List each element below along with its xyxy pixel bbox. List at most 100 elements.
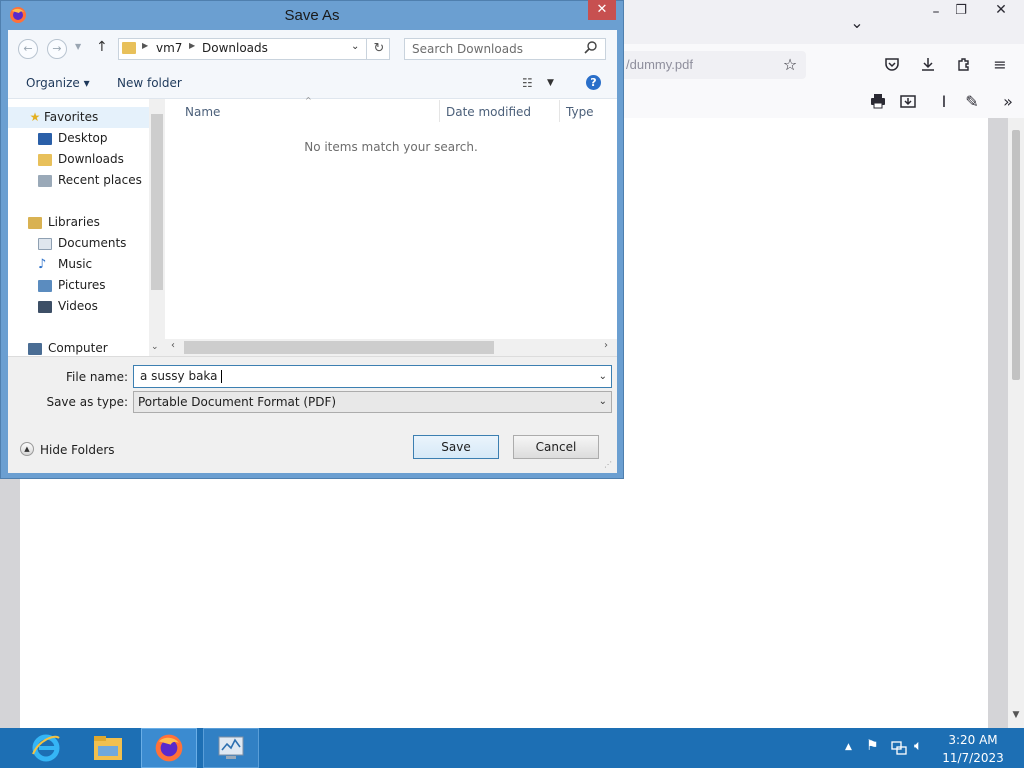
- nav-item-pictures[interactable]: Pictures: [38, 275, 106, 296]
- organize-button[interactable]: Organize ▾: [26, 76, 90, 90]
- nav-label: Pictures: [58, 278, 106, 292]
- empty-message: No items match your search.: [304, 140, 478, 154]
- nav-label: Downloads: [58, 152, 124, 166]
- view-options-icon[interactable]: ☷: [522, 76, 533, 90]
- print-icon[interactable]: [864, 87, 892, 115]
- nav-item-computer[interactable]: Computer: [28, 338, 108, 356]
- pictures-icon: [38, 279, 52, 292]
- collapse-arrow-icon[interactable]: ▲: [20, 442, 34, 456]
- scroll-left-icon[interactable]: ‹: [171, 340, 175, 351]
- internet-explorer-icon[interactable]: [18, 728, 74, 768]
- breadcrumb-downloads[interactable]: Downloads: [202, 41, 268, 55]
- nav-label: Computer: [48, 341, 108, 355]
- sort-ascending-icon: ^: [305, 96, 312, 105]
- horizontal-scrollbar-thumb[interactable]: [184, 341, 494, 354]
- nav-scrollbar-thumb[interactable]: [151, 114, 163, 290]
- help-icon[interactable]: ?: [586, 75, 601, 90]
- resize-grip-icon[interactable]: ⋰: [604, 460, 612, 469]
- save-button[interactable]: Save: [413, 435, 499, 459]
- music-icon: ♪: [38, 257, 47, 272]
- nav-label: Desktop: [58, 131, 108, 145]
- nav-label: Favorites: [44, 110, 99, 124]
- text-cursor-icon[interactable]: I: [930, 87, 958, 115]
- column-divider: [439, 100, 440, 122]
- nav-label: Videos: [58, 299, 98, 313]
- refresh-icon[interactable]: ↻: [366, 38, 391, 60]
- search-icon[interactable]: [584, 40, 598, 57]
- breadcrumb-separator-icon: ▶: [189, 41, 196, 50]
- draw-icon[interactable]: ✎: [958, 87, 986, 115]
- extensions-icon[interactable]: [950, 50, 978, 78]
- action-center-flag-icon[interactable]: ⚑: [866, 738, 879, 754]
- column-header-date-modified[interactable]: Date modified: [446, 105, 531, 119]
- folder-download-icon: [122, 42, 136, 54]
- nav-label: Recent places: [58, 173, 142, 187]
- nav-item-favorites[interactable]: ★ Favorites: [8, 107, 149, 128]
- dialog-close-button[interactable]: ✕: [588, 0, 616, 20]
- file-explorer-icon[interactable]: [80, 728, 136, 768]
- back-icon[interactable]: ←: [18, 39, 38, 59]
- nav-item-recent-places[interactable]: Recent places: [38, 170, 142, 191]
- nav-item-videos[interactable]: Videos: [38, 296, 98, 317]
- file-name-input[interactable]: a sussy baka ⌄: [133, 365, 612, 388]
- hide-folders-button[interactable]: Hide Folders: [40, 443, 115, 457]
- column-header-type[interactable]: Type: [566, 105, 594, 119]
- navigation-pane: ★ Favorites Desktop Downloads Recent plac…: [8, 99, 165, 356]
- column-header-name[interactable]: Name: [185, 105, 220, 119]
- breadcrumb-separator-icon: ▶: [142, 41, 149, 50]
- url-text: /dummy.pdf: [626, 57, 693, 72]
- pdf-scrollbar-thumb[interactable]: [1012, 130, 1020, 380]
- downloads-folder-icon: [38, 153, 52, 166]
- new-folder-button[interactable]: New folder: [117, 76, 182, 90]
- bookmark-star-icon[interactable]: ☆: [776, 50, 804, 78]
- documents-icon: [38, 237, 52, 250]
- computer-icon: [28, 342, 42, 355]
- pocket-icon[interactable]: [878, 50, 906, 78]
- file-list: [165, 99, 617, 339]
- file-name-dropdown-icon[interactable]: ⌄: [599, 366, 607, 387]
- search-placeholder: Search Downloads: [412, 42, 523, 56]
- address-dropdown-icon[interactable]: ⌄: [351, 41, 359, 52]
- save-icon[interactable]: [894, 87, 922, 115]
- nav-item-documents[interactable]: Documents: [38, 233, 126, 254]
- restore-icon[interactable]: ❐: [947, 0, 975, 24]
- nav-label: Libraries: [48, 215, 100, 229]
- nav-item-music[interactable]: ♪ Music: [38, 254, 92, 275]
- download-icon[interactable]: [914, 50, 942, 78]
- firefox-taskbar-icon[interactable]: [141, 728, 197, 768]
- up-folder-icon[interactable]: ↑: [96, 39, 108, 55]
- star-icon: ★: [29, 110, 41, 124]
- nav-item-libraries[interactable]: Libraries: [28, 212, 100, 233]
- recent-places-icon: [38, 174, 52, 187]
- clock-date[interactable]: 11/7/2023: [940, 751, 1006, 765]
- forward-icon[interactable]: →: [47, 39, 67, 59]
- scroll-down-icon[interactable]: ▼: [1008, 710, 1024, 720]
- network-icon[interactable]: [891, 740, 907, 759]
- task-manager-icon[interactable]: [203, 728, 259, 768]
- libraries-icon: [28, 216, 42, 229]
- show-hidden-icons-icon[interactable]: ▲: [845, 742, 852, 752]
- scroll-right-icon[interactable]: ›: [604, 340, 608, 351]
- more-tools-icon[interactable]: »: [994, 87, 1022, 115]
- desktop-icon: [38, 132, 52, 145]
- nav-label: Music: [58, 257, 93, 271]
- view-dropdown-icon[interactable]: ▼: [547, 78, 554, 88]
- nav-item-downloads[interactable]: Downloads: [38, 149, 124, 170]
- menu-icon[interactable]: ≡: [986, 50, 1014, 78]
- save-as-type-label: Save as type:: [46, 395, 128, 409]
- videos-icon: [38, 300, 52, 313]
- close-icon[interactable]: ✕: [987, 0, 1015, 24]
- volume-icon[interactable]: 🔈︎: [914, 738, 922, 754]
- nav-item-desktop[interactable]: Desktop: [38, 128, 108, 149]
- save-as-type-dropdown-icon[interactable]: ⌄: [599, 392, 607, 412]
- nav-scroll-down-icon[interactable]: ⌄: [151, 342, 159, 352]
- breadcrumb-vm7[interactable]: vm7: [156, 41, 182, 55]
- clock-time[interactable]: 3:20 AM: [940, 733, 1006, 747]
- recent-locations-icon[interactable]: ▼: [75, 42, 81, 51]
- cancel-button[interactable]: Cancel: [513, 435, 599, 459]
- save-as-type-select[interactable]: Portable Document Format (PDF) ⌄: [133, 391, 612, 413]
- chevron-down-icon[interactable]: ⌄: [843, 8, 871, 36]
- file-name-value: a sussy baka: [140, 369, 218, 383]
- save-as-type-value: Portable Document Format (PDF): [138, 395, 337, 409]
- minimize-icon[interactable]: –: [922, 0, 950, 26]
